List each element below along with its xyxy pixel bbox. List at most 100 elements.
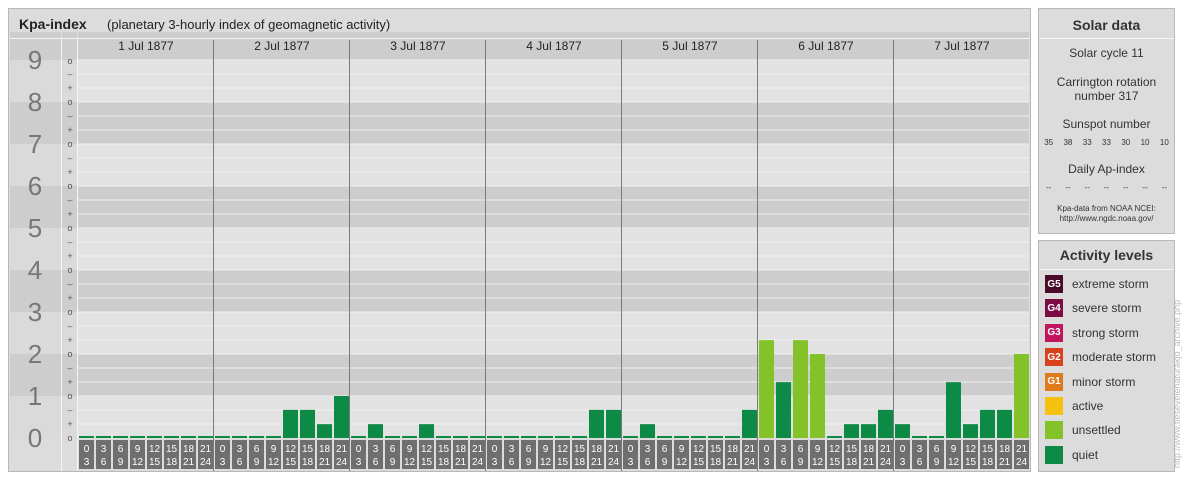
hour-start-label: 0 [492, 444, 498, 455]
kp-sublevel-label: – [67, 153, 72, 163]
hour-end-label: 18 [302, 457, 314, 468]
hour-end-label: 12 [268, 457, 280, 468]
hour-start-label: 6 [798, 444, 804, 455]
hour-end-label: 9 [390, 457, 396, 468]
hour-start-label: 3 [917, 444, 923, 455]
kp-level-label: 1 [28, 381, 42, 411]
kp-bar [249, 436, 264, 438]
activity-level-swatch: G2 [1045, 348, 1063, 367]
activity-level-swatch: G1 [1045, 372, 1063, 391]
kp-bar [181, 436, 196, 438]
kp-sublevel-label: o [67, 181, 72, 191]
sunspot-values: 35 38 33 33 30 10 10 [1039, 138, 1174, 147]
kpa-chart-panel: Kpa-index (planetary 3-hourly index of g… [8, 8, 1031, 472]
ap-index-value: -- [1045, 183, 1052, 192]
kp-sublevel-label: + [67, 293, 72, 303]
activity-level-swatch: G3 [1045, 323, 1063, 342]
kp-level-label: 2 [28, 339, 42, 369]
hour-start-label: 0 [220, 444, 226, 455]
kp-bar [470, 436, 485, 438]
kp-sublevel-label: – [67, 111, 72, 121]
hour-end-label: 18 [166, 457, 178, 468]
kp-bar [674, 436, 689, 438]
kp-sub-band [62, 270, 77, 312]
activity-level-swatch: G4 [1045, 299, 1063, 318]
hour-end-label: 6 [645, 457, 651, 468]
kp-bar [861, 424, 876, 438]
kp-sublevel-label: – [67, 195, 72, 205]
activity-level-label: unsettled [1072, 423, 1121, 438]
hour-end-label: 18 [710, 457, 722, 468]
kp-bar [419, 424, 434, 438]
kp-bar [351, 436, 366, 438]
hour-start-label: 15 [982, 444, 994, 455]
kp-bar [759, 340, 774, 438]
hour-start-label: 3 [237, 444, 243, 455]
hour-end-label: 24 [200, 457, 212, 468]
kp-sublevel-label: – [67, 363, 72, 373]
hour-end-label: 6 [237, 457, 243, 468]
day-label: 7 Jul 1877 [934, 39, 990, 53]
hour-start-label: 15 [846, 444, 858, 455]
hour-end-label: 15 [557, 457, 569, 468]
hour-end-label: 12 [404, 457, 416, 468]
hour-end-label: 18 [846, 457, 858, 468]
activity-level-label: quiet [1072, 447, 1099, 462]
kp-bar [810, 354, 825, 438]
activity-level-item: G5 extreme storm [1045, 274, 1149, 294]
activity-level-item: G1 minor storm [1045, 372, 1135, 392]
kp-bar [929, 436, 944, 438]
hour-start-label: 15 [302, 444, 314, 455]
kp-sublevel-label: + [67, 419, 72, 429]
activity-level-label: active [1072, 399, 1104, 413]
kp-sublevel-label: + [67, 125, 72, 135]
activity-levels-panel: Activity levels G5 extreme storm G4 severe … [1038, 240, 1175, 472]
kp-bar [385, 436, 400, 438]
kp-sublevel-label: o [67, 307, 72, 317]
kp-sublevel-label: o [67, 265, 72, 275]
kp-level-label: 4 [28, 255, 42, 285]
kp-sublevel-label: o [67, 433, 72, 443]
kp-bar [555, 436, 570, 438]
activity-level-item: quiet [1045, 445, 1098, 465]
hour-end-label: 9 [254, 457, 260, 468]
hour-start-label: 18 [863, 444, 875, 455]
hour-end-label: 3 [492, 457, 498, 468]
hour-end-label: 3 [628, 457, 634, 468]
kp-sublevel-label: – [67, 405, 72, 415]
ap-index-value: -- [1123, 183, 1129, 192]
kp-sub-band [62, 228, 77, 270]
hour-start-label: 6 [390, 444, 396, 455]
hour-end-label: 3 [84, 457, 90, 468]
kp-bar [521, 436, 536, 438]
activity-level-label: minor storm [1072, 374, 1136, 389]
kp-bar [368, 424, 383, 438]
kp-level-label: 0 [28, 423, 42, 453]
kp-bar [572, 436, 587, 438]
kp-level-label: 5 [28, 213, 42, 243]
hour-start-label: 9 [271, 444, 277, 455]
sunspot-value: 30 [1121, 138, 1131, 147]
hour-start-label: 3 [645, 444, 651, 455]
kp-bar [215, 436, 230, 438]
hour-start-label: 12 [693, 444, 705, 455]
kp-band [78, 354, 1029, 396]
hour-end-label: 3 [764, 457, 770, 468]
hour-start-label: 3 [101, 444, 107, 455]
kp-band [78, 102, 1029, 144]
kp-bar [402, 436, 417, 438]
hour-end-label: 6 [101, 457, 107, 468]
kp-sublevel-label: – [67, 321, 72, 331]
kp-bar [742, 409, 757, 438]
sunspot-value: 35 [1044, 138, 1054, 147]
kp-sublevel-label: + [67, 377, 72, 387]
ap-index-value: -- [1103, 183, 1110, 192]
solar-data-panel: Solar data Solar cycle 11 Carrington rot… [1038, 8, 1175, 234]
watermark-url: http://www.tiesevelenaturakjo_archive.ph… [1172, 299, 1182, 468]
day-label: 2 Jul 1877 [254, 39, 310, 53]
kp-bar [708, 436, 723, 438]
hour-start-label: 9 [135, 444, 141, 455]
kp-level-label: 8 [28, 87, 42, 117]
activity-level-swatch: G5 [1045, 275, 1063, 293]
hour-start-label: 3 [781, 444, 787, 455]
